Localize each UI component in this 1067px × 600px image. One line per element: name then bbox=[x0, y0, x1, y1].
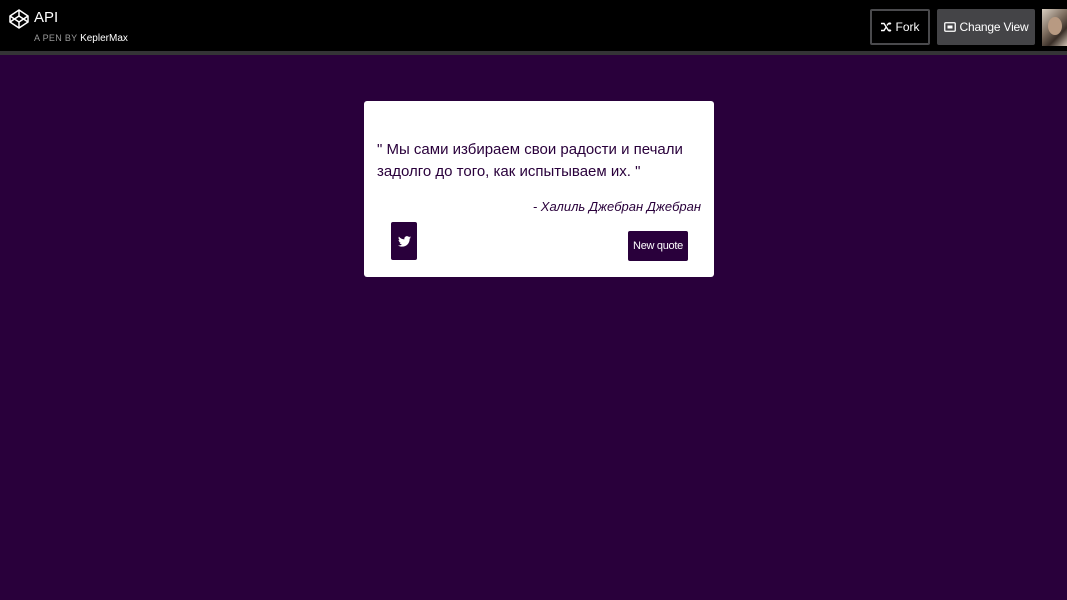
change-view-label: Change View bbox=[959, 20, 1029, 34]
new-quote-button[interactable]: New quote bbox=[628, 231, 688, 261]
change-view-button[interactable]: Change View bbox=[937, 9, 1035, 45]
top-bar: API A PEN BY KeplerMax Fork Change View bbox=[0, 0, 1067, 55]
author-link[interactable]: KeplerMax bbox=[80, 33, 128, 44]
pen-by-label: A PEN BY bbox=[34, 33, 78, 43]
codepen-logo-icon[interactable] bbox=[9, 9, 29, 29]
twitter-icon bbox=[397, 235, 411, 247]
fork-button[interactable]: Fork bbox=[870, 9, 930, 45]
pen-byline: A PEN BY KeplerMax bbox=[34, 33, 128, 44]
fork-label: Fork bbox=[895, 20, 920, 34]
change-view-icon bbox=[943, 22, 956, 32]
tweet-button[interactable] bbox=[391, 222, 417, 260]
quote-card: " Мы сами избираем свои радости и печали… bbox=[364, 101, 714, 277]
fork-icon bbox=[880, 22, 891, 32]
quote-author: - Халиль Джебран Джебран bbox=[532, 199, 701, 214]
pen-title[interactable]: API bbox=[34, 9, 58, 27]
avatar[interactable] bbox=[1042, 9, 1067, 46]
quote-text: " Мы сами избираем свои радости и печали… bbox=[377, 141, 683, 180]
